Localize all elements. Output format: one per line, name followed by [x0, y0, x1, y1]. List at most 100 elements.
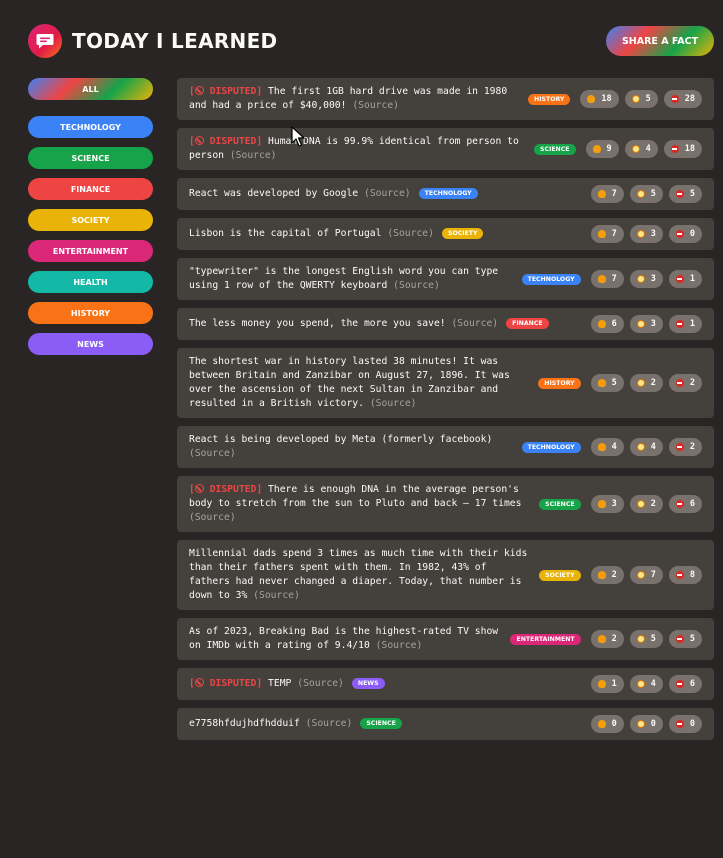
vote-count: 2	[689, 442, 695, 452]
fact-item: The shortest war in history lasted 38 mi…	[177, 348, 714, 418]
vote-count: 3	[611, 499, 617, 509]
vote-mindblowing-button[interactable]: 5	[629, 630, 663, 648]
thumbs-up-icon	[597, 680, 606, 688]
speech-bubble-icon	[28, 24, 62, 58]
category-button-finance[interactable]: Finance	[28, 178, 153, 200]
source-link[interactable]: (Source)	[189, 448, 236, 459]
vote-interesting-button[interactable]: 6	[590, 315, 624, 333]
category-button-society[interactable]: Society	[28, 209, 153, 231]
fact-text: React is being developed by Meta (former…	[189, 433, 512, 461]
vote-interesting-button[interactable]: 9	[585, 140, 619, 158]
category-button-news[interactable]: News	[28, 333, 153, 355]
vote-false-button[interactable]: 2	[668, 438, 702, 456]
vote-false-button[interactable]: 1	[668, 270, 702, 288]
vote-mindblowing-button[interactable]: 4	[629, 438, 663, 456]
source-link[interactable]: (Source)	[393, 280, 440, 291]
source-link[interactable]: (Source)	[451, 318, 498, 329]
category-button-all[interactable]: All	[28, 78, 153, 100]
brand: Today I Learned	[28, 24, 277, 58]
thumbs-up-icon	[597, 443, 606, 451]
vote-count: 3	[650, 274, 656, 284]
vote-false-button[interactable]: 1	[668, 315, 702, 333]
source-link[interactable]: (Source)	[253, 590, 300, 601]
vote-mindblowing-button[interactable]: 4	[629, 675, 663, 693]
vote-mindblowing-button[interactable]: 3	[629, 270, 663, 288]
vote-false-button[interactable]: 18	[663, 140, 702, 158]
fact-text: [ DISPUTED] TEMP (Source) News	[189, 677, 581, 691]
vote-interesting-button[interactable]: 2	[590, 566, 624, 584]
category-item: Finance	[28, 178, 153, 200]
vote-mindblowing-button[interactable]: 0	[629, 715, 663, 733]
thumbs-up-icon	[597, 275, 606, 283]
thumbs-up-icon	[597, 320, 606, 328]
vote-false-button[interactable]: 6	[668, 495, 702, 513]
vote-false-button[interactable]: 5	[668, 185, 702, 203]
vote-interesting-button[interactable]: 3	[590, 495, 624, 513]
thumbs-up-icon	[597, 635, 606, 643]
vote-count: 5	[611, 378, 617, 388]
source-link[interactable]: (Source)	[387, 228, 434, 239]
category-button-entertainment[interactable]: Entertainment	[28, 240, 153, 262]
fact-statement: The shortest war in history lasted 38 mi…	[189, 356, 510, 409]
source-link[interactable]: (Source)	[370, 398, 417, 409]
vote-false-button[interactable]: 6	[668, 675, 702, 693]
share-fact-button[interactable]: Share a fact	[606, 26, 714, 56]
vote-count: 7	[611, 229, 617, 239]
disputed-text: DISPUTED	[209, 484, 257, 495]
vote-false-button[interactable]: 8	[668, 566, 702, 584]
category-tag: Technology	[521, 273, 581, 285]
category-item: Health	[28, 271, 153, 293]
source-link[interactable]: (Source)	[189, 512, 236, 523]
mind-blown-icon	[631, 95, 640, 103]
vote-interesting-button[interactable]: 5	[590, 374, 624, 392]
category-tag: Technology	[418, 188, 478, 199]
fact-text: [ DISPUTED] There is enough DNA in the a…	[189, 483, 529, 525]
vote-false-button[interactable]: 5	[668, 630, 702, 648]
vote-false-button[interactable]: 2	[668, 374, 702, 392]
vote-interesting-button[interactable]: 7	[590, 225, 624, 243]
vote-interesting-button[interactable]: 1	[590, 675, 624, 693]
category-button-health[interactable]: Health	[28, 271, 153, 293]
category-button-history[interactable]: History	[28, 302, 153, 324]
vote-false-button[interactable]: 28	[663, 90, 702, 108]
vote-mindblowing-button[interactable]: 2	[629, 374, 663, 392]
disputed-text: DISPUTED	[209, 136, 257, 147]
category-tag: History	[528, 93, 571, 105]
vote-interesting-button[interactable]: 18	[580, 90, 619, 108]
source-link[interactable]: (Source)	[352, 100, 399, 111]
category-button-technology[interactable]: Technology	[28, 116, 153, 138]
mind-blown-icon	[636, 635, 645, 643]
vote-count: 3	[650, 229, 656, 239]
vote-interesting-button[interactable]: 7	[590, 270, 624, 288]
vote-mindblowing-button[interactable]: 3	[629, 225, 663, 243]
vote-mindblowing-button[interactable]: 5	[624, 90, 658, 108]
category-tag: Entertainment	[510, 633, 581, 645]
source-link[interactable]: (Source)	[230, 150, 277, 161]
vote-interesting-button[interactable]: 2	[590, 630, 624, 648]
source-link[interactable]: (Source)	[364, 188, 411, 199]
category-item: All	[28, 78, 153, 100]
vote-interesting-button[interactable]: 7	[590, 185, 624, 203]
vote-buttons: 7 5 5	[590, 185, 702, 203]
vote-interesting-button[interactable]: 4	[590, 438, 624, 456]
category-tag: News	[351, 678, 385, 689]
vote-interesting-button[interactable]: 0	[590, 715, 624, 733]
vote-mindblowing-button[interactable]: 2	[629, 495, 663, 513]
category-button-science[interactable]: Science	[28, 147, 153, 169]
vote-mindblowing-button[interactable]: 4	[624, 140, 658, 158]
vote-mindblowing-button[interactable]: 5	[629, 185, 663, 203]
source-link[interactable]: (Source)	[376, 640, 423, 651]
fact-statement: "typewriter" is the longest English word…	[189, 266, 499, 291]
vote-count: 3	[650, 319, 656, 329]
vote-mindblowing-button[interactable]: 3	[629, 315, 663, 333]
vote-false-button[interactable]: 0	[668, 715, 702, 733]
vote-false-button[interactable]: 0	[668, 225, 702, 243]
vote-mindblowing-button[interactable]: 7	[629, 566, 663, 584]
vote-buttons: 2 5 5	[590, 630, 702, 648]
mind-blown-icon	[636, 230, 645, 238]
source-link[interactable]: (Source)	[306, 718, 353, 729]
vote-buttons: 9 4 18	[585, 140, 702, 158]
source-link[interactable]: (Source)	[297, 678, 344, 689]
fact-statement: React was developed by Google	[189, 188, 359, 199]
disputed-text: DISPUTED	[209, 678, 257, 689]
